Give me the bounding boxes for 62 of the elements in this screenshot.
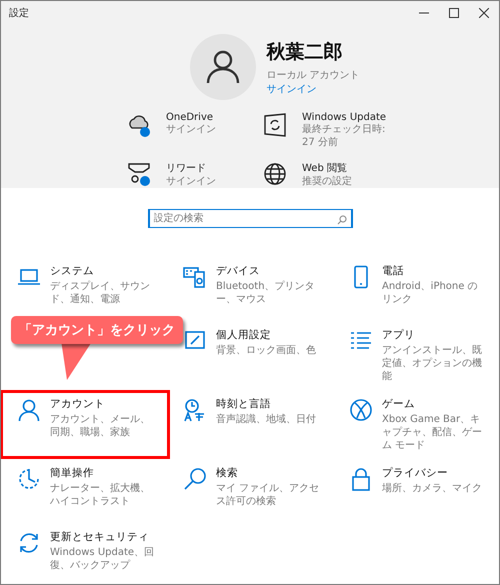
category-description: 音声認識、地域、日付 — [216, 413, 316, 426]
person-icon — [17, 398, 41, 422]
keyboard-speaker-icon — [183, 265, 207, 289]
category-title: 個人用設定 — [216, 328, 272, 342]
settings-category[interactable]: 電話 Android、iPhone のリンク — [335, 260, 499, 318]
xbox-icon — [349, 398, 373, 422]
maximize-icon — [449, 8, 459, 18]
category-title: 電話 — [382, 264, 405, 278]
quick-link-title[interactable]: リワード — [166, 161, 254, 175]
user-name: 秋葉二郎 — [266, 40, 344, 64]
sync-arrows-icon — [17, 531, 41, 555]
search-icon — [336, 215, 346, 225]
quick-link-status: サインイン — [166, 175, 217, 188]
category-title: 検索 — [216, 466, 239, 480]
settings-category[interactable]: システム ディスプレイ、サウンド、通知、電源 — [3, 260, 167, 318]
category-description: アカウント、メール、同期、職場、家族 — [50, 413, 151, 439]
settings-category[interactable]: プライバシー 場所、カメラ、マイク — [335, 462, 499, 520]
category-description: Android、iPhone のリンク — [382, 280, 479, 306]
window-title: 設定 — [9, 6, 30, 20]
settings-category[interactable]: アカウント アカウント、メール、同期、職場、家族 — [3, 393, 167, 456]
category-title: ゲーム — [382, 397, 416, 411]
settings-category[interactable]: ゲーム Xbox Game Bar、キャプチャ、配信、ゲーム モード — [335, 393, 499, 456]
category-description: Bluetooth、プリンター、マウス — [216, 280, 316, 306]
category-title: 簡単操作 — [50, 466, 95, 480]
update-icon — [262, 112, 288, 138]
globe-icon — [262, 161, 288, 187]
category-description: Xbox Game Bar、キャプチャ、配信、ゲーム モード — [382, 413, 483, 452]
category-description: 場所、カメラ、マイク — [382, 482, 482, 495]
category-description: ディスプレイ、サウンド、通知、電源 — [50, 280, 151, 306]
category-description: Windows Update、回復、バックアップ — [50, 546, 155, 572]
search-field[interactable]: 設定の検索 — [148, 209, 352, 228]
category-description: アンインストール、既定値、オプションの機能 — [382, 344, 483, 383]
quick-link-title[interactable]: OneDrive — [166, 112, 254, 123]
quick-link-status: 最終チェック日時: 27 分前 — [302, 123, 386, 149]
quick-link-status: 推奨の設定 — [302, 175, 353, 188]
ease-of-access-icon — [17, 467, 41, 491]
category-title: デバイス — [216, 264, 261, 278]
quick-link-status: サインイン — [166, 123, 217, 136]
category-title: 更新とセキュリティ — [50, 530, 150, 544]
clock-language-icon — [183, 398, 207, 422]
category-description: 背景、ロック画面、色 — [216, 344, 316, 357]
settings-category[interactable]: 簡単操作 ナレーター、拡大機、ハイコントラスト — [3, 462, 167, 520]
category-title: アカウント — [50, 397, 106, 411]
quick-link-title[interactable]: Windows Update — [302, 112, 390, 123]
category-title: アプリ — [382, 328, 416, 342]
category-title: システム — [50, 264, 95, 278]
annotation-tooltip: 「アカウント」をクリック — [11, 316, 183, 380]
category-title: 時刻と言語 — [216, 397, 272, 411]
magnifier-icon — [183, 467, 207, 491]
settings-category[interactable]: 時刻と言語 音声認識、地域、日付 — [169, 393, 333, 456]
account-type: ローカル アカウント — [266, 68, 360, 82]
category-description: ナレーター、拡大機、ハイコントラスト — [50, 482, 151, 508]
close-icon — [479, 8, 489, 18]
quick-link-title[interactable]: Web 閲覧 — [302, 161, 390, 175]
settings-category[interactable]: 更新とセキュリティ Windows Update、回復、バックアップ — [3, 526, 167, 584]
padlock-icon — [349, 467, 373, 491]
settings-category[interactable]: 検索 マイ ファイル、アクセス許可の検索 — [169, 462, 333, 520]
sign-in-link[interactable]: サインイン — [266, 82, 360, 96]
settings-category[interactable]: アプリ アンインストール、既定値、オプションの機能 — [335, 324, 499, 387]
settings-category[interactable]: デバイス Bluetooth、プリンター、マウス — [169, 260, 333, 318]
category-title: プライバシー — [382, 466, 449, 480]
category-description: マイ ファイル、アクセス許可の検索 — [216, 482, 320, 508]
